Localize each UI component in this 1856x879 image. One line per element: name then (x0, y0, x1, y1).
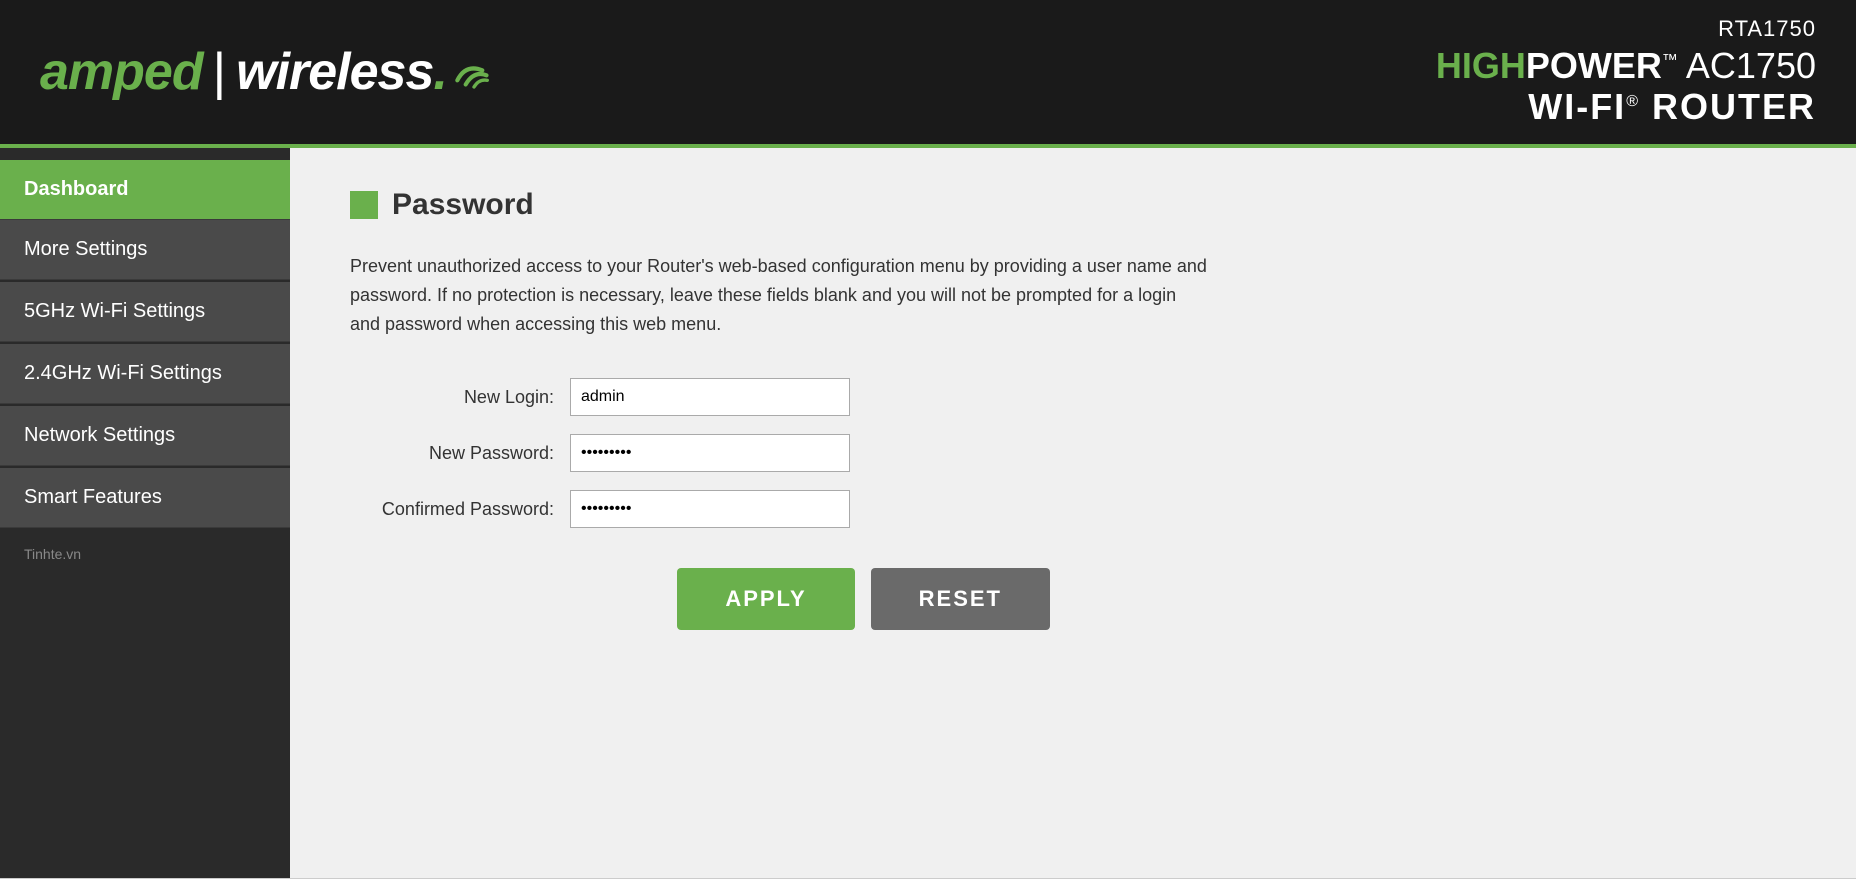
logo-divider: | (213, 42, 227, 102)
signal-icon (449, 54, 499, 90)
sidebar-item-network[interactable]: Network Settings (0, 406, 290, 466)
title-icon (350, 191, 378, 219)
new-login-label: New Login: (350, 387, 570, 408)
logo-amped-text: amped (40, 42, 203, 102)
reset-button[interactable]: RESET (871, 568, 1050, 630)
page-title-row: Password (350, 188, 1796, 222)
description: Prevent unauthorized access to your Rout… (350, 252, 1210, 338)
new-login-input[interactable] (570, 378, 850, 416)
product-router: ROUTER (1652, 86, 1816, 127)
new-password-row: New Password: (350, 434, 1796, 472)
logo-area: amped | wireless. (40, 42, 499, 102)
sidebar-item-more-settings[interactable]: More Settings (0, 220, 290, 280)
product-info: RTA1750 HIGHPOWER™ AC1750 WI-FI® ROUTER (1436, 16, 1816, 128)
sidebar: Dashboard More Settings 5GHz Wi-Fi Setti… (0, 148, 290, 878)
wifi-reg-icon: ® (1626, 93, 1640, 110)
password-form: New Login: New Password: Confirmed Passw… (350, 378, 1796, 528)
logo-dot: . (433, 43, 446, 101)
confirmed-password-row: Confirmed Password: (350, 490, 1796, 528)
confirmed-password-input[interactable] (570, 490, 850, 528)
layout: Dashboard More Settings 5GHz Wi-Fi Setti… (0, 148, 1856, 878)
page-title: Password (392, 188, 534, 222)
product-high: HIGH (1436, 45, 1526, 86)
product-sub: WI-FI® ROUTER (1436, 86, 1816, 128)
product-ac: AC1750 (1686, 45, 1816, 86)
sidebar-footer: Tinhte.vn (0, 530, 290, 578)
product-model: RTA1750 (1436, 16, 1816, 42)
sidebar-item-5ghz[interactable]: 5GHz Wi-Fi Settings (0, 282, 290, 342)
button-row: APPLY RESET (350, 568, 1050, 630)
sidebar-item-dashboard[interactable]: Dashboard (0, 160, 290, 220)
logo-wireless-text: wireless. (236, 42, 447, 102)
apply-button[interactable]: APPLY (677, 568, 854, 630)
new-login-row: New Login: (350, 378, 1796, 416)
product-power: POWER (1526, 45, 1662, 86)
sidebar-item-24ghz[interactable]: 2.4GHz Wi-Fi Settings (0, 344, 290, 404)
header: amped | wireless. RTA1750 HIGHPOWER™ AC1… (0, 0, 1856, 148)
main-content: Password Prevent unauthorized access to … (290, 148, 1856, 878)
new-password-input[interactable] (570, 434, 850, 472)
sidebar-item-smart[interactable]: Smart Features (0, 468, 290, 528)
product-tm: ™ (1662, 52, 1678, 69)
confirmed-password-label: Confirmed Password: (350, 499, 570, 520)
product-name-line1: HIGHPOWER™ AC1750 (1436, 46, 1816, 86)
new-password-label: New Password: (350, 443, 570, 464)
product-wifi: WI-FI (1528, 86, 1626, 127)
